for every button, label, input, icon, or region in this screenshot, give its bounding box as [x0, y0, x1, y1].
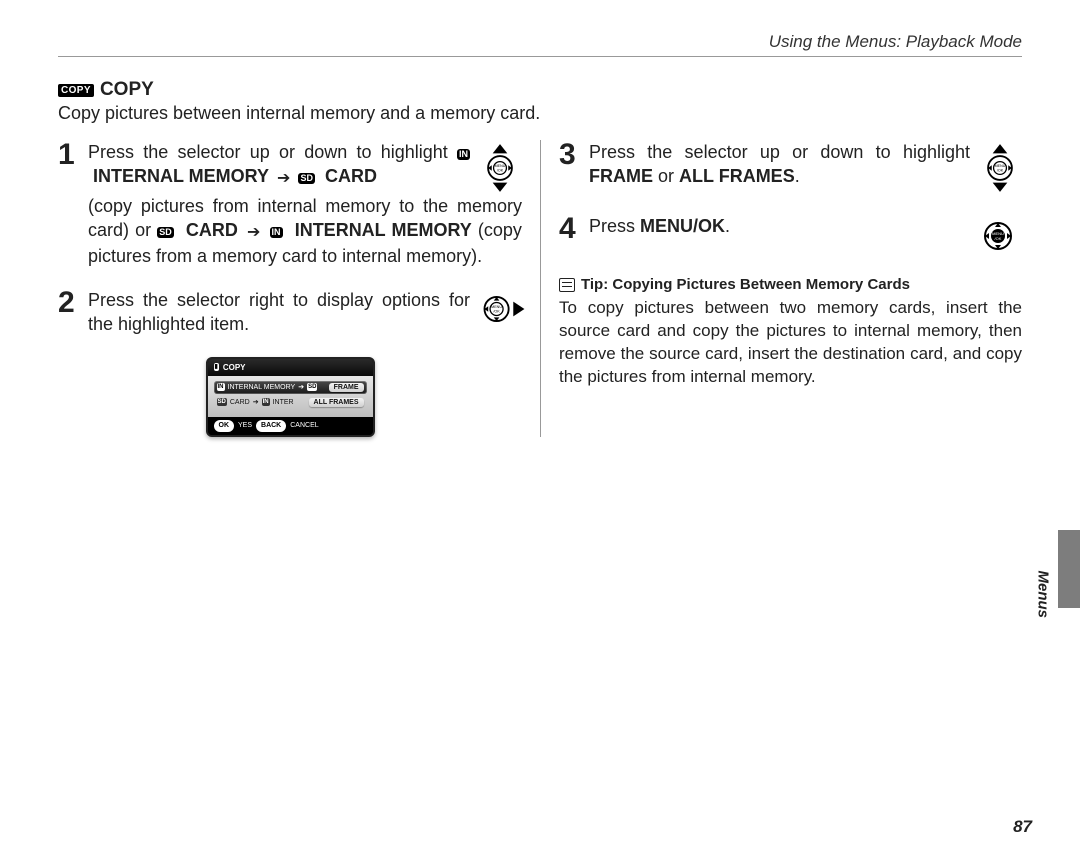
label-card: CARD: [320, 166, 377, 186]
step-2: 2 Press the selector right to display op…: [58, 288, 522, 337]
side-tab: [1058, 530, 1080, 608]
label-internal-memory: INTERNAL MEMORY: [289, 220, 472, 240]
side-section-label: Menus: [1035, 570, 1052, 618]
selector-updown-icon: MENU /OK: [478, 140, 522, 194]
svg-text:/OK: /OK: [497, 169, 504, 173]
step-3-part2: or: [658, 166, 679, 186]
in-chip-icon: IN: [457, 149, 470, 160]
selector-updown-icon: MENU /OK: [978, 140, 1022, 194]
svg-text:MENU: MENU: [995, 164, 1006, 168]
tip-title: Tip: Copying Pictures Between Memory Car…: [581, 276, 910, 293]
mock-cancel: CANCEL: [290, 422, 318, 429]
page-number: 87: [1013, 817, 1032, 837]
step-3-part1: Press the selector up or down to highlig…: [589, 142, 970, 162]
arrow-right-icon: ➔: [277, 170, 290, 187]
tip-body: To copy pictures between two memory card…: [559, 297, 1022, 389]
step-1-part1: Press the selector up or down to highlig…: [88, 142, 457, 162]
label-all-frames: ALL FRAMES: [679, 166, 795, 186]
step-4: 4 Press MENU/OK. MENU /OK: [559, 214, 1022, 256]
label-menu-ok: MENU/OK: [640, 216, 725, 236]
in-chip-icon: IN: [270, 227, 283, 238]
in-chip-icon: IN: [217, 383, 225, 391]
svg-text:/OK: /OK: [995, 236, 1002, 241]
section-heading: COPY COPY: [58, 79, 1022, 101]
sd-chip-icon: SD: [157, 227, 174, 238]
step-2-text: Press the selector right to display opti…: [88, 288, 470, 337]
step-number: 3: [559, 140, 581, 194]
back-pill: BACK: [256, 420, 286, 432]
copy-mini-icon: ▮: [214, 363, 219, 371]
mock-option-all-frames: ALL FRAMES: [309, 398, 364, 407]
header-rule: [58, 56, 1022, 57]
step-number: 2: [58, 288, 80, 337]
copy-badge-icon: COPY: [58, 84, 94, 97]
svg-text:/OK: /OK: [997, 169, 1004, 173]
mock-row: SD CARD ➔ IN INTER ALL FRAMES: [214, 396, 367, 409]
mock-row-selected: IN INTERNAL MEMORY ➔ SD FRAME: [214, 381, 367, 394]
mock-option-frame: FRAME: [329, 383, 364, 392]
ok-pill: OK: [214, 420, 235, 432]
arrow-right-icon: ➔: [247, 224, 260, 241]
camera-screen-mock: ▮ COPY IN INTERNAL MEMORY ➔ SD FRAME SD …: [206, 357, 375, 437]
step-3: 3 Press the selector up or down to highl…: [559, 140, 1022, 194]
mock-yes: YES: [238, 422, 252, 429]
sd-chip-icon: SD: [298, 173, 315, 184]
selector-right-icon: MENU /OK: [478, 288, 522, 337]
in-chip-icon: IN: [262, 398, 270, 406]
mock-title: COPY: [223, 363, 246, 372]
svg-text:/OK: /OK: [493, 310, 500, 314]
step-4-part1: Press: [589, 216, 640, 236]
label-frame: FRAME: [589, 166, 653, 186]
section-title: COPY: [100, 79, 154, 101]
sd-chip-icon: SD: [217, 398, 227, 406]
tip-heading: Tip: Copying Pictures Between Memory Car…: [559, 276, 1022, 293]
breadcrumb: Using the Menus: Playback Mode: [58, 32, 1022, 52]
note-icon: [559, 278, 575, 292]
svg-text:MENU: MENU: [495, 164, 506, 168]
selector-ok-icon: MENU /OK: [978, 214, 1022, 256]
step-number: 4: [559, 214, 581, 256]
label-card: CARD: [180, 220, 238, 240]
section-intro: Copy pictures between internal memory an…: [58, 103, 1022, 124]
step-1: 1 Press the selector up or down to highl…: [58, 140, 522, 268]
svg-text:MENU: MENU: [491, 305, 502, 309]
step-number: 1: [58, 140, 80, 268]
sd-chip-icon: SD: [307, 383, 317, 391]
label-internal-memory: INTERNAL MEMORY: [88, 166, 269, 186]
